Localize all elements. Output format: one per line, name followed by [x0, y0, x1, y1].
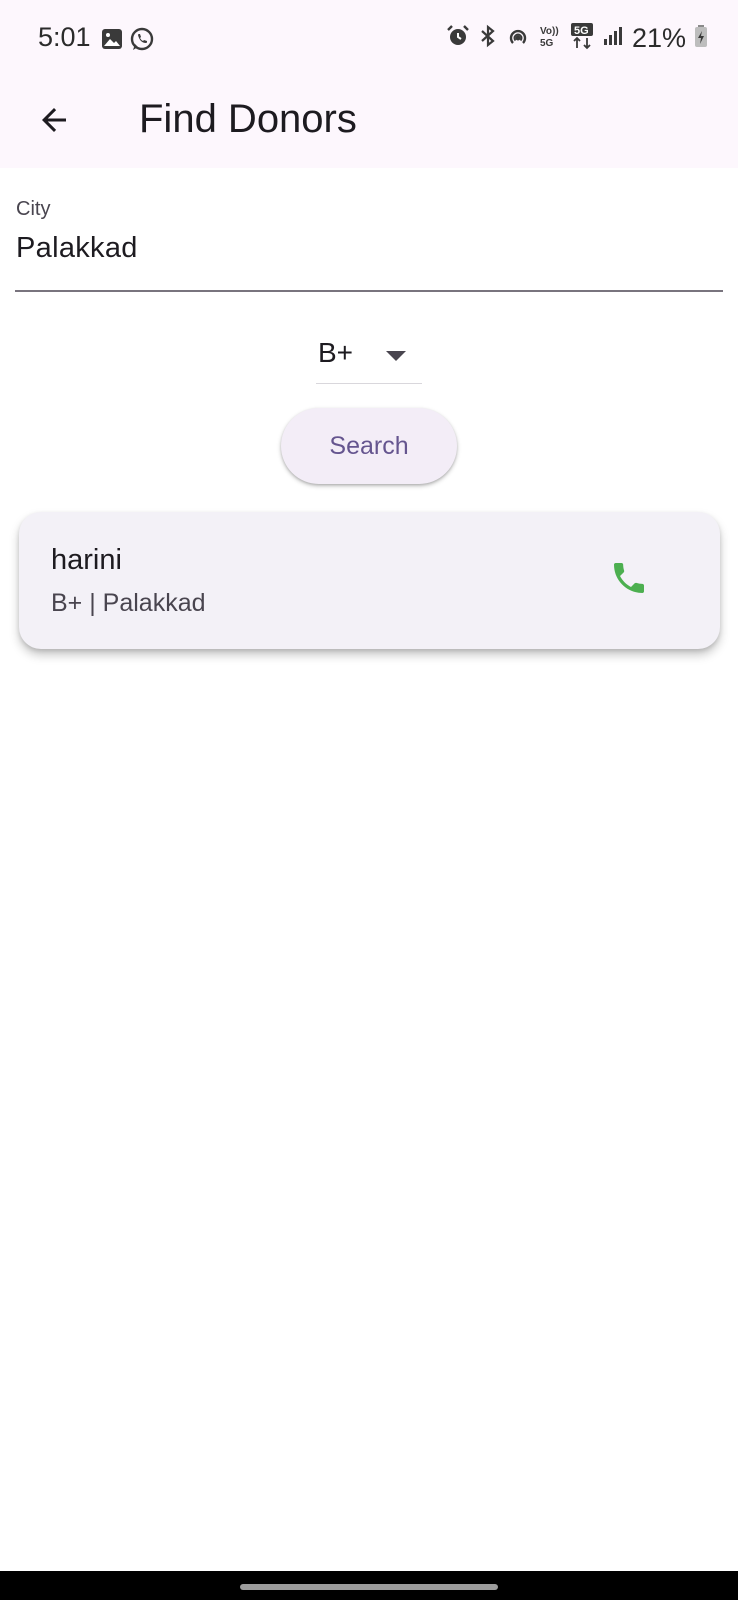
gallery-icon: [101, 28, 123, 55]
donor-card: harini B+ | Palakkad: [19, 512, 720, 649]
svg-text:5G: 5G: [574, 25, 589, 37]
status-notification-icons: [101, 26, 155, 57]
5g-data-icon: 5G: [570, 22, 594, 55]
status-system-icons: Vo)) 5G 5G 21%: [446, 22, 708, 55]
home-gesture-handle[interactable]: [240, 1584, 498, 1590]
back-button[interactable]: [26, 94, 82, 150]
arrow-back-icon: [36, 102, 72, 143]
alarm-icon: [446, 24, 470, 53]
svg-text:Vo)): Vo)): [540, 26, 559, 37]
phone-icon: [609, 558, 649, 603]
hotspot-icon: [506, 24, 530, 53]
city-field-underline: [15, 290, 723, 292]
call-button[interactable]: [599, 550, 659, 610]
bluetooth-icon: [478, 24, 498, 53]
status-bar: 5:01 Vo)) 5G 5G 21%: [0, 0, 738, 78]
battery-icon: [694, 24, 708, 53]
volte-5g-icon: Vo)) 5G: [538, 23, 562, 54]
whatsapp-icon: [129, 26, 155, 57]
signal-icon: [602, 25, 624, 52]
search-button[interactable]: Search: [281, 408, 457, 484]
blood-group-selected-value: B+: [318, 337, 354, 368]
status-time: 5:01: [38, 22, 91, 52]
donor-details: B+ | Palakkad: [51, 589, 206, 617]
page-title: Find Donors: [139, 97, 357, 141]
search-button-label: Search: [329, 431, 409, 460]
caret-down-icon: [386, 351, 406, 361]
city-field-label: City: [16, 198, 51, 220]
app-bar: Find Donors: [0, 78, 738, 168]
battery-percentage: 21%: [631, 23, 686, 53]
svg-text:5G: 5G: [540, 38, 554, 49]
donor-name: harini: [51, 544, 122, 576]
dropdown-underline: [316, 383, 422, 384]
city-input[interactable]: Palakkad: [16, 232, 138, 265]
blood-group-dropdown[interactable]: B+: [316, 328, 422, 384]
city-field[interactable]: City Palakkad: [15, 190, 723, 292]
